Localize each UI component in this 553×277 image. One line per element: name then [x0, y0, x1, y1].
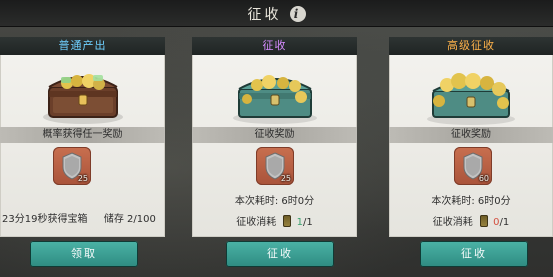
- panel-advanced-header: 高级征收: [389, 37, 553, 55]
- chest-icon: [42, 74, 123, 124]
- consume-label: 征收消耗: [432, 217, 473, 228]
- chest-icon: [232, 75, 317, 124]
- reward-shield-icon[interactable]: 25: [53, 147, 91, 185]
- reward-shield-icon[interactable]: 25: [256, 147, 294, 185]
- consume-total: /1: [499, 217, 510, 228]
- chest-timer: 23分19秒获得宝箱: [2, 214, 88, 225]
- panel-collect: 征收 征收奖励 25 本次耗时: 6时0分 征收消耗 1/1: [192, 37, 357, 237]
- consume-line: 征收消耗 1/1: [192, 213, 357, 228]
- timer-storage-line: 23分19秒获得宝箱 储存 2/100: [0, 210, 165, 225]
- consume-line: 征收消耗 0/1: [389, 213, 553, 228]
- reward-count: 60: [478, 174, 489, 183]
- time-cost: 本次耗时: 6时0分: [234, 196, 315, 207]
- token-icon: [283, 215, 292, 227]
- time-cost-line: 本次耗时: 6时0分: [192, 192, 357, 207]
- panel-collect-header: 征收: [192, 37, 357, 55]
- page-title: 征收: [247, 7, 282, 23]
- reward-count: 25: [77, 174, 88, 183]
- token-icon: [479, 215, 488, 227]
- panel-advanced: 高级征收 征收奖励 60 本次耗时: 6时0分 征收消耗 0/1: [389, 37, 553, 237]
- panel-normal-header: 普通产出: [0, 37, 165, 55]
- page-title-wrap: 征收 i: [0, 4, 553, 24]
- reward-band: 征收奖励: [389, 127, 553, 143]
- claim-button[interactable]: 领取: [30, 241, 138, 267]
- time-cost-line: 本次耗时: 6时0分: [389, 192, 553, 207]
- info-icon[interactable]: i: [289, 6, 306, 22]
- reward-count: 25: [280, 174, 291, 183]
- consume-total: /1: [303, 217, 313, 228]
- chest-icon: [427, 73, 515, 125]
- consume-label: 征收消耗: [236, 217, 277, 228]
- storage-count: 储存 2/100: [103, 214, 156, 225]
- reward-band: 概率获得任一奖励: [0, 127, 165, 143]
- time-cost: 本次耗时: 6时0分: [431, 196, 511, 207]
- collect-button[interactable]: 征收: [226, 241, 334, 267]
- reward-band: 征收奖励: [192, 127, 357, 143]
- panel-normal: 普通产出 概率获得任一奖励 25 23分19秒获得宝箱 储存 2/100: [0, 37, 165, 237]
- advanced-collect-button[interactable]: 征收: [420, 241, 528, 267]
- title-row: 征收 i: [248, 4, 306, 24]
- reward-shield-icon[interactable]: 60: [454, 147, 492, 185]
